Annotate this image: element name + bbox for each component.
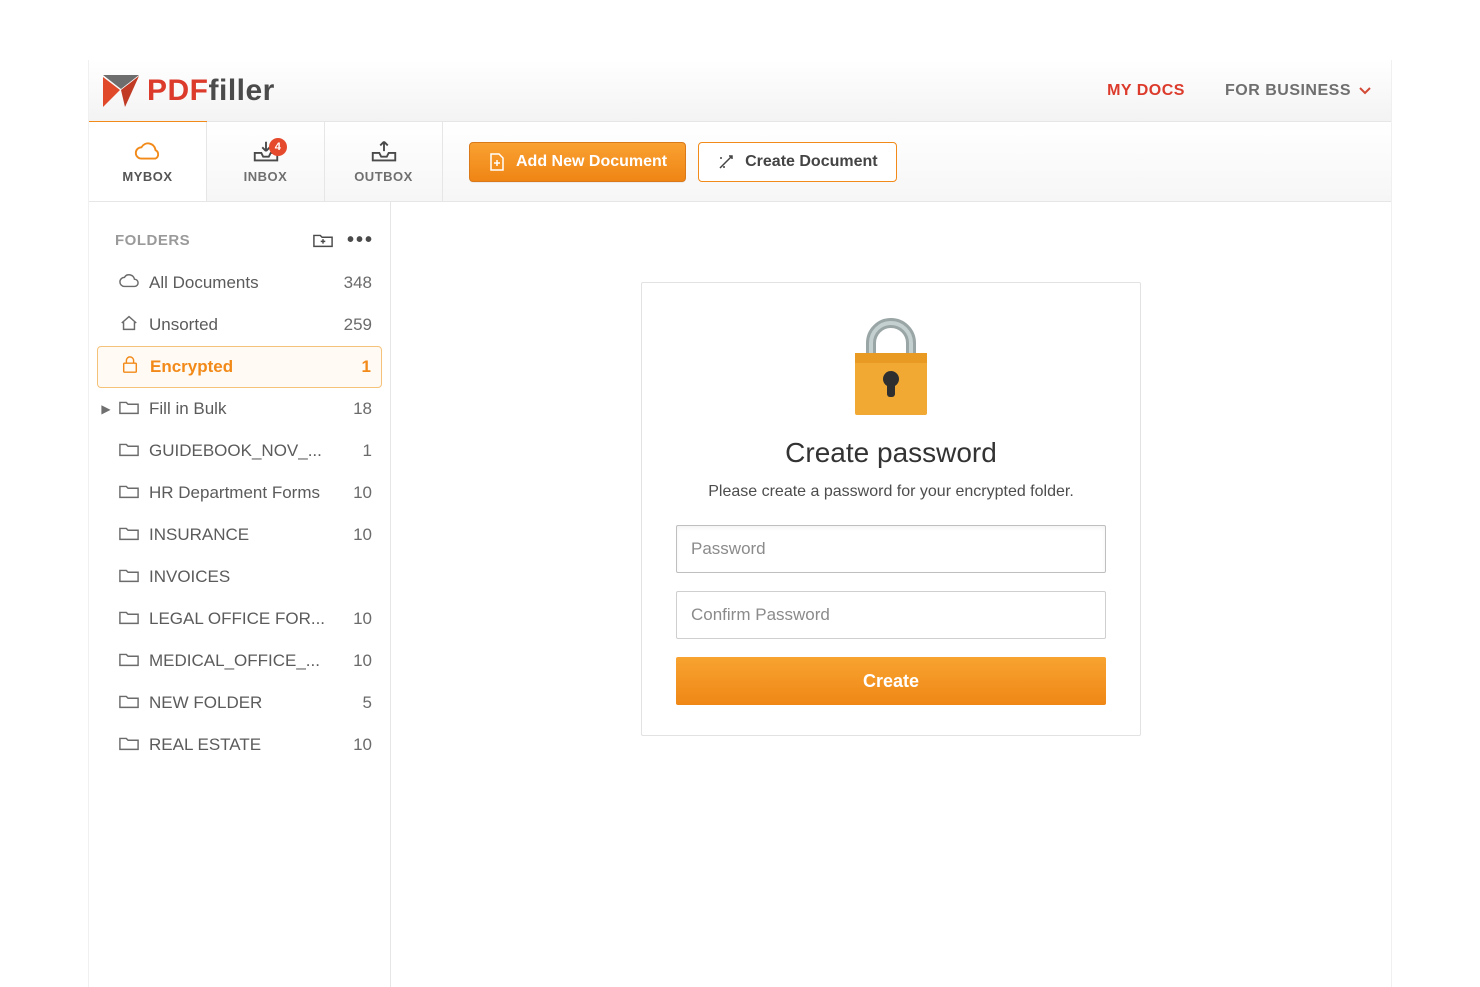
sidebar-item-label: LEGAL OFFICE FOR... (149, 609, 328, 629)
create-document-label: Create Document (745, 153, 877, 171)
create-document-button[interactable]: Create Document (698, 142, 896, 182)
add-new-document-label: Add New Document (516, 153, 667, 171)
caret-icon: ▶ (101, 402, 111, 416)
cloud-icon (119, 272, 139, 295)
action-bar: Add New Document Create Document (443, 122, 897, 201)
sidebar-item-count: 259 (338, 315, 372, 335)
sidebar-item-label: GUIDEBOOK_NOV_... (149, 441, 328, 461)
new-folder-icon[interactable] (313, 231, 333, 249)
folder-list: All Documents 348 Unsorted 259 Encrypted 1 ▶ Fi… (97, 262, 382, 766)
sidebar-item-label: Fill in Bulk (149, 399, 328, 419)
create-password-card: Create password Please create a password… (641, 282, 1141, 736)
folder-icon (119, 398, 139, 421)
tab-inbox-label: INBOX (244, 169, 288, 184)
sidebar-item-label: INSURANCE (149, 525, 328, 545)
cloud-icon (133, 139, 163, 165)
folder-icon (119, 440, 139, 463)
sidebar-item-label: REAL ESTATE (149, 735, 328, 755)
sidebar-head: FOLDERS ••• (97, 230, 382, 262)
password-input[interactable] (676, 525, 1106, 573)
sidebar-item-label: HR Department Forms (149, 483, 328, 503)
sidebar-item-label: INVOICES (149, 567, 328, 587)
nav-my-docs[interactable]: MY DOCS (1107, 82, 1185, 100)
logo-icon (101, 73, 141, 109)
folder-icon (119, 482, 139, 505)
sidebar-item-8[interactable]: LEGAL OFFICE FOR... 10 (97, 598, 382, 640)
sidebar-item-0[interactable]: All Documents 348 (97, 262, 382, 304)
sidebar-item-count: 1 (337, 357, 371, 377)
logo-text: PDFfiller (147, 74, 275, 108)
card-subtitle: Please create a password for your encryp… (676, 483, 1106, 501)
lock-icon (676, 309, 1106, 421)
sidebar-item-label: NEW FOLDER (149, 693, 328, 713)
sidebar-item-label: All Documents (149, 273, 328, 293)
outbox-icon (369, 139, 399, 165)
sidebar-item-label: Encrypted (150, 357, 327, 377)
wand-icon (717, 153, 735, 171)
folder-icon (119, 734, 139, 757)
sidebar-item-count: 5 (338, 693, 372, 713)
tab-inbox[interactable]: 4 INBOX (207, 122, 325, 201)
sidebar-item-6[interactable]: INSURANCE 10 (97, 514, 382, 556)
nav-for-business-label: FOR BUSINESS (1225, 82, 1351, 100)
lock-icon (120, 356, 140, 379)
sidebar-item-1[interactable]: Unsorted 259 (97, 304, 382, 346)
tabbar: MYBOX 4 INBOX OUTBOX (89, 122, 1391, 202)
tab-outbox[interactable]: OUTBOX (325, 122, 443, 201)
sidebar-item-5[interactable]: HR Department Forms 10 (97, 472, 382, 514)
topnav: MY DOCS FOR BUSINESS (1107, 82, 1379, 100)
sidebar-item-9[interactable]: MEDICAL_OFFICE_... 10 (97, 640, 382, 682)
logo[interactable]: PDFfiller (101, 73, 275, 109)
sidebar-item-count: 10 (338, 651, 372, 671)
sidebar-item-11[interactable]: REAL ESTATE 10 (97, 724, 382, 766)
sidebar-item-2[interactable]: Encrypted 1 (97, 346, 382, 388)
folder-icon (119, 566, 139, 589)
body: FOLDERS ••• All Documents 348 Unsorted 259 E… (89, 202, 1391, 987)
tab-outbox-label: OUTBOX (354, 169, 413, 184)
file-add-icon (488, 153, 506, 171)
nav-for-business[interactable]: FOR BUSINESS (1225, 82, 1371, 100)
sidebar-item-count: 10 (338, 735, 372, 755)
sidebar-item-label: Unsorted (149, 315, 328, 335)
app-root: PDFfiller MY DOCS FOR BUSINESS MYBOX (88, 60, 1392, 987)
home-icon (119, 314, 139, 337)
sidebar-item-label: MEDICAL_OFFICE_... (149, 651, 328, 671)
folders-heading: FOLDERS (115, 232, 190, 249)
chevron-down-icon (1359, 85, 1371, 97)
topbar: PDFfiller MY DOCS FOR BUSINESS (89, 60, 1391, 122)
add-new-document-button[interactable]: Add New Document (469, 142, 686, 182)
more-icon[interactable]: ••• (347, 230, 374, 250)
sidebar-item-count: 10 (338, 525, 372, 545)
sidebar-item-count: 10 (338, 609, 372, 629)
tab-mybox-label: MYBOX (122, 169, 172, 184)
folder-icon (119, 650, 139, 673)
folder-icon (119, 692, 139, 715)
tab-mybox[interactable]: MYBOX (89, 122, 207, 201)
sidebar-item-count: 18 (338, 399, 372, 419)
sidebar-item-4[interactable]: GUIDEBOOK_NOV_... 1 (97, 430, 382, 472)
sidebar-item-count: 348 (338, 273, 372, 293)
sidebar-item-count: 10 (338, 483, 372, 503)
confirm-password-input[interactable] (676, 591, 1106, 639)
folder-icon (119, 608, 139, 631)
sidebar-item-count: 1 (338, 441, 372, 461)
sidebar-item-7[interactable]: INVOICES (97, 556, 382, 598)
inbox-badge: 4 (269, 138, 287, 156)
sidebar-item-3[interactable]: ▶ Fill in Bulk 18 (97, 388, 382, 430)
create-button[interactable]: Create (676, 657, 1106, 705)
main: Create password Please create a password… (391, 202, 1391, 987)
sidebar: FOLDERS ••• All Documents 348 Unsorted 259 E… (89, 202, 391, 987)
card-title: Create password (676, 437, 1106, 469)
sidebar-item-10[interactable]: NEW FOLDER 5 (97, 682, 382, 724)
folder-icon (119, 524, 139, 547)
